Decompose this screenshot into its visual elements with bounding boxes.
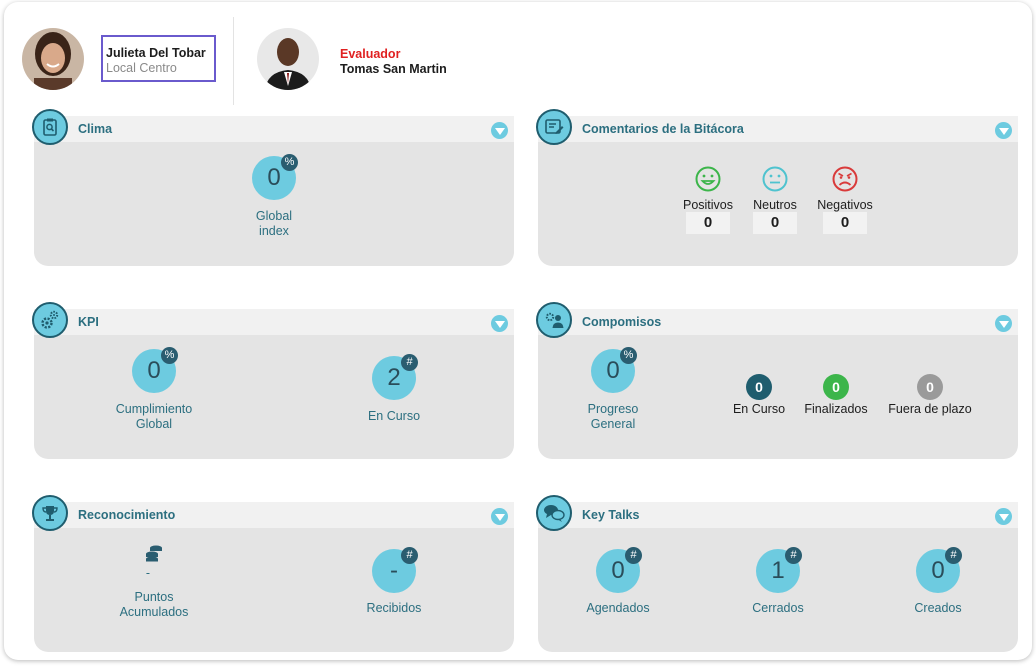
compromisos-card-header[interactable]: Compomisos bbox=[536, 302, 1018, 338]
creados-label: Creados bbox=[914, 601, 962, 615]
user-name: Julieta Del Tobar bbox=[106, 46, 206, 60]
hash-badge-icon: # bbox=[401, 547, 418, 564]
negative-count: 0 bbox=[823, 212, 867, 234]
fuera-de-plazo-dot: 0 bbox=[917, 374, 943, 400]
user-gear-icon bbox=[536, 302, 572, 338]
user-location: Local Centro bbox=[106, 61, 177, 75]
progreso-label-line1: Progreso bbox=[587, 402, 639, 416]
hash-badge-icon: # bbox=[401, 354, 418, 371]
hash-badge-icon: # bbox=[625, 547, 642, 564]
neutral-count: 0 bbox=[753, 212, 797, 234]
clima-toggle-chevron-down-icon[interactable] bbox=[491, 122, 508, 139]
compromisos-card: Compomisos 0 % Progreso General 0 En Cur… bbox=[536, 302, 1018, 459]
clima-card-header[interactable]: Clima bbox=[32, 109, 514, 145]
bitacora-card-header[interactable]: Comentarios de la Bitácora bbox=[536, 109, 1018, 145]
neutral-face-icon bbox=[762, 166, 788, 192]
compromisos-en-curso-dot: 0 bbox=[746, 374, 772, 400]
kpi-title: KPI bbox=[78, 315, 99, 329]
coins-stack-icon bbox=[146, 545, 162, 562]
user-info[interactable]: Julieta Del Tobar Local Centro bbox=[101, 35, 216, 82]
finalizados-label: Finalizados bbox=[804, 402, 868, 416]
puntos-label-line1: Puntos bbox=[134, 590, 174, 604]
agendados-label: Agendados bbox=[586, 601, 650, 615]
kpi-en-curso-label: En Curso bbox=[367, 409, 421, 423]
evaluator-avatar bbox=[257, 28, 319, 90]
evaluator-name: Tomas San Martin bbox=[340, 62, 447, 76]
keytalks-title: Key Talks bbox=[582, 508, 640, 522]
puntos-label: Puntos Acumulados bbox=[104, 590, 204, 620]
neutral-label: Neutros bbox=[753, 198, 797, 212]
recibidos-label: Recibidos bbox=[366, 601, 422, 615]
cerrados-label: Cerrados bbox=[752, 601, 804, 615]
happy-face-icon bbox=[695, 166, 721, 192]
reconocimiento-title: Reconocimiento bbox=[78, 508, 176, 522]
clima-card: Clima 0 % Global index bbox=[32, 109, 514, 266]
clima-label-line2: index bbox=[259, 224, 289, 238]
user-avatar[interactable] bbox=[22, 28, 84, 90]
evaluator-role: Evaluador bbox=[340, 47, 401, 61]
bitacora-toggle-chevron-down-icon[interactable] bbox=[995, 122, 1012, 139]
cumplimiento-label-line2: Global bbox=[135, 417, 173, 431]
keytalks-card: Key Talks 0 # Agendados 1 # Cerrados 0 #… bbox=[536, 495, 1018, 652]
negative-label: Negativos bbox=[817, 198, 873, 212]
reconocimiento-card: Reconocimiento - Puntos Acumulados - # R… bbox=[32, 495, 514, 652]
compromisos-toggle-chevron-down-icon[interactable] bbox=[995, 315, 1012, 332]
hash-badge-icon: # bbox=[785, 547, 802, 564]
progreso-label: Progreso General bbox=[563, 402, 663, 432]
positive-label: Positivos bbox=[682, 198, 734, 212]
clipboard-search-icon bbox=[32, 109, 68, 145]
positive-count: 0 bbox=[686, 212, 730, 234]
clima-label-line1: Global bbox=[255, 209, 293, 223]
puntos-value: - bbox=[145, 566, 151, 580]
chat-bubbles-icon bbox=[536, 495, 572, 531]
kpi-card-header[interactable]: KPI bbox=[32, 302, 514, 338]
dashboard-panel: Julieta Del Tobar Local Centro Evaluador… bbox=[4, 2, 1032, 660]
reconocimiento-toggle-chevron-down-icon[interactable] bbox=[491, 508, 508, 525]
percent-badge-icon: % bbox=[281, 154, 298, 171]
progreso-label-line2: General bbox=[590, 417, 636, 431]
cumplimiento-label-line1: Cumplimiento bbox=[115, 402, 193, 416]
compromisos-en-curso-label: En Curso bbox=[732, 402, 786, 416]
reconocimiento-card-header[interactable]: Reconocimiento bbox=[32, 495, 514, 531]
angry-face-icon bbox=[832, 166, 858, 192]
gears-icon bbox=[32, 302, 68, 338]
kpi-card: KPI 0 % Cumplimiento Global 2 # En Curso bbox=[32, 302, 514, 459]
hash-badge-icon: # bbox=[945, 547, 962, 564]
kpi-toggle-chevron-down-icon[interactable] bbox=[491, 315, 508, 332]
cumplimiento-label: Cumplimiento Global bbox=[104, 402, 204, 432]
clima-label: Global index bbox=[224, 209, 324, 239]
keytalks-toggle-chevron-down-icon[interactable] bbox=[995, 508, 1012, 525]
finalizados-dot: 0 bbox=[823, 374, 849, 400]
keytalks-card-header[interactable]: Key Talks bbox=[536, 495, 1018, 531]
puntos-label-line2: Acumulados bbox=[119, 605, 189, 619]
compromisos-title: Compomisos bbox=[582, 315, 662, 329]
header-divider bbox=[233, 17, 234, 105]
trophy-icon bbox=[32, 495, 68, 531]
fuera-de-plazo-label: Fuera de plazo bbox=[888, 402, 972, 416]
notes-edit-icon bbox=[536, 109, 572, 145]
percent-badge-icon: % bbox=[620, 347, 637, 364]
percent-badge-icon: % bbox=[161, 347, 178, 364]
clima-title: Clima bbox=[78, 122, 113, 136]
bitacora-card: Comentarios de la Bitácora Positivos 0 N… bbox=[536, 109, 1018, 266]
bitacora-title: Comentarios de la Bitácora bbox=[582, 122, 744, 136]
